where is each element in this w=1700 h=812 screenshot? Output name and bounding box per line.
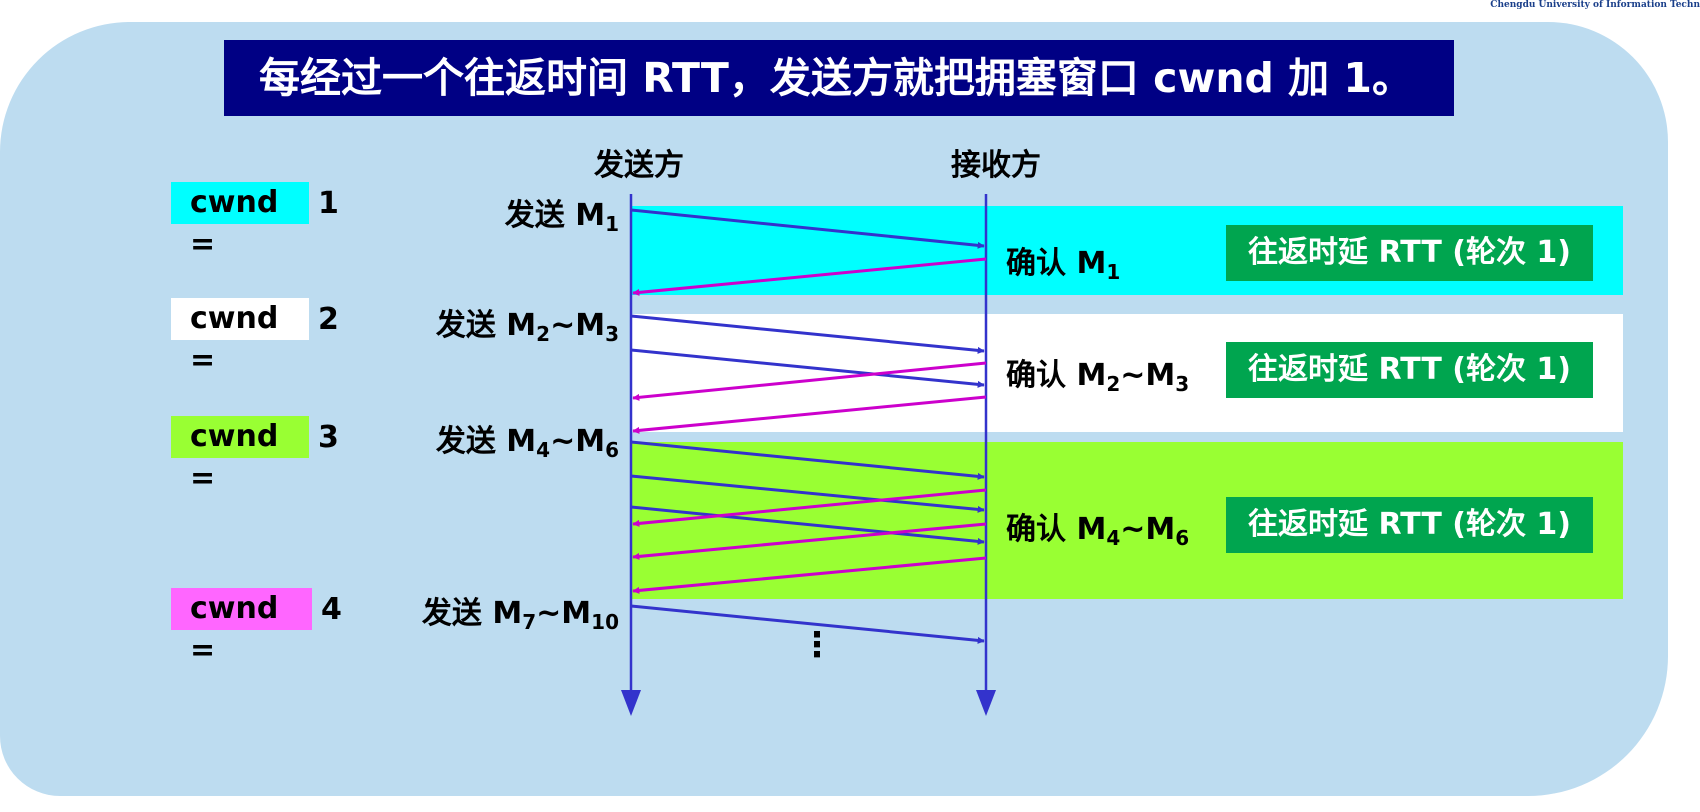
receiver-timeline [976, 194, 996, 716]
ellipsis-mark: ⋮ [800, 625, 834, 665]
ack-arrow [632, 522, 987, 560]
data-arrow [630, 314, 985, 354]
data-arrow [630, 208, 985, 249]
ack-arrow [632, 395, 987, 434]
data-arrow [630, 440, 985, 480]
timeline-diagram [621, 194, 996, 716]
data-arrow [630, 474, 985, 513]
ack-arrow [632, 556, 987, 594]
ack-arrow [632, 257, 987, 296]
sender-timeline [621, 194, 641, 716]
data-arrow [630, 505, 985, 545]
ack-arrow [632, 488, 987, 527]
